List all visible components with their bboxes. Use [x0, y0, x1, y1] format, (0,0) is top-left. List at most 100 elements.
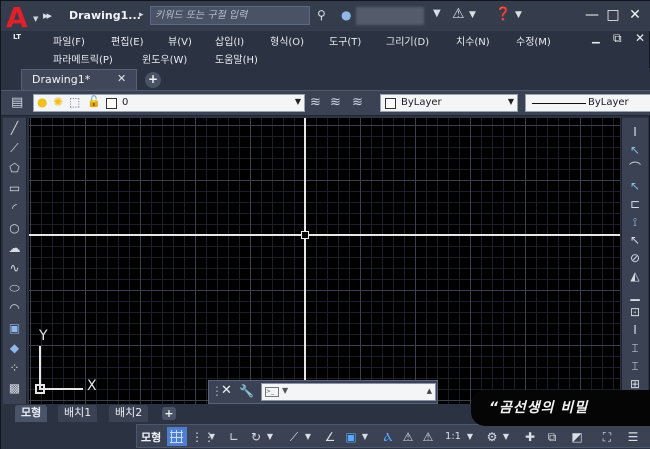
- menu-tools[interactable]: 도구(T): [329, 33, 361, 48]
- menu-parametric[interactable]: 파라메트릭(P): [53, 51, 113, 66]
- make-block-icon[interactable]: ◆: [3, 340, 26, 357]
- customization-menu-icon[interactable]: ☰: [623, 427, 643, 447]
- workspace-gear-icon[interactable]: ⚙: [483, 427, 501, 447]
- make-current-layer-icon[interactable]: ≋: [310, 95, 321, 110]
- chamfer-icon[interactable]: ⌶: [622, 358, 648, 375]
- polar-tracking-icon[interactable]: ↻: [247, 427, 265, 447]
- minimize-button[interactable]: —: [583, 6, 601, 24]
- annotation-scale-value[interactable]: 1:1: [440, 427, 466, 447]
- isodraft-icon[interactable]: ∠: [321, 427, 339, 447]
- chevron-down-icon[interactable]: ▼: [303, 427, 313, 447]
- ortho-mode-icon[interactable]: ∟: [225, 427, 243, 447]
- menu-draw[interactable]: 그리기(D): [386, 33, 429, 48]
- sign-in-field[interactable]: [356, 7, 424, 25]
- annotation-scale-icon[interactable]: ⚠: [419, 427, 437, 447]
- tab-layout2[interactable]: 배치2: [109, 405, 149, 422]
- tab-layout1[interactable]: 배치1: [58, 405, 98, 422]
- offset-icon[interactable]: ↖: [622, 178, 648, 195]
- object-snap-icon[interactable]: ▣: [342, 427, 360, 447]
- line-icon[interactable]: ╱: [3, 120, 26, 137]
- match-layer-icon[interactable]: ≋: [352, 95, 363, 110]
- close-button[interactable]: ✕: [626, 6, 644, 24]
- revcloud-icon[interactable]: ☁: [3, 240, 26, 257]
- menu-edit[interactable]: 편집(E): [111, 33, 144, 48]
- menu-view[interactable]: 뷰(V): [168, 33, 192, 48]
- clean-screen-icon[interactable]: ⛶: [597, 427, 617, 447]
- rectangle-icon[interactable]: ▭: [3, 180, 26, 197]
- user-icon[interactable]: ●: [341, 8, 351, 22]
- spline-icon[interactable]: ∿: [3, 260, 26, 277]
- auto-scale-icon[interactable]: ⚠: [399, 427, 417, 447]
- copy-icon[interactable]: ↖: [622, 142, 648, 159]
- ellipse-arc-icon[interactable]: ◠: [3, 300, 26, 317]
- search-box[interactable]: [150, 6, 310, 25]
- hatch-icon[interactable]: ▩: [3, 380, 26, 397]
- polyline-icon[interactable]: ⟋: [3, 140, 26, 157]
- scale-icon[interactable]: ⊘: [622, 250, 648, 267]
- menu-format[interactable]: 형식(O): [270, 33, 304, 48]
- new-tab-button[interactable]: +: [145, 72, 161, 88]
- stretch-icon[interactable]: ◭: [622, 268, 648, 285]
- chevron-down-icon[interactable]: ▼: [469, 10, 476, 20]
- application-menu-button[interactable]: A LT ▼: [3, 3, 41, 43]
- layer-dropdown[interactable]: ● ✺ ⬚ 🔓 0 ▼: [33, 94, 305, 112]
- chevron-down-icon[interactable]: ▼: [207, 427, 217, 447]
- hardware-acceleration-icon[interactable]: ◩: [567, 427, 587, 447]
- menu-insert[interactable]: 삽입(I): [215, 33, 244, 48]
- model-space-button[interactable]: 모형: [141, 429, 161, 445]
- join-icon[interactable]: ⌶: [622, 340, 648, 357]
- menu-file[interactable]: 파일(F): [53, 33, 85, 48]
- drawing-canvas[interactable]: Y X: [29, 118, 620, 404]
- chevron-down-icon[interactable]: ▼: [433, 8, 441, 19]
- annotation-visibility-icon[interactable]: Ⲁ: [379, 427, 397, 447]
- close-icon[interactable]: ✕: [221, 383, 232, 398]
- grid-toggle-icon[interactable]: [167, 427, 187, 446]
- menu-dimension[interactable]: 치수(N): [456, 33, 490, 48]
- mirror-icon[interactable]: ⌒: [622, 160, 648, 177]
- maximize-button[interactable]: □: [604, 6, 622, 24]
- rotate-icon[interactable]: ↖: [622, 232, 648, 249]
- chevron-down-icon[interactable]: ▼: [501, 427, 511, 447]
- point-icon[interactable]: ⁘: [3, 360, 26, 377]
- chevron-up-icon[interactable]: ▲: [427, 387, 432, 395]
- search-input[interactable]: [151, 7, 309, 24]
- isolate-objects-icon[interactable]: ⧉: [543, 427, 561, 447]
- doc-minimize-button[interactable]: ▁: [592, 33, 600, 44]
- object-snap-tracking-icon[interactable]: ⟋: [285, 427, 303, 447]
- extend-icon[interactable]: ⊡: [622, 304, 648, 321]
- insert-block-icon[interactable]: ▣: [3, 320, 26, 337]
- doc-restore-button[interactable]: ⧉: [613, 31, 622, 46]
- menu-window[interactable]: 윈도우(W): [142, 51, 187, 66]
- doc-close-button[interactable]: ✕: [635, 31, 645, 45]
- chevron-down-icon[interactable]: ▼: [360, 427, 370, 447]
- snap-mode-icon[interactable]: ⋮⋮: [191, 427, 215, 447]
- polygon-icon[interactable]: ⬠: [3, 160, 26, 177]
- chevron-down-icon[interactable]: ▼: [515, 10, 522, 20]
- add-layout-button[interactable]: +: [162, 407, 176, 420]
- chevron-down-icon[interactable]: ▼: [265, 427, 275, 447]
- linetype-dropdown[interactable]: ByLayer: [525, 94, 650, 112]
- break-icon[interactable]: Ι: [622, 322, 648, 339]
- quick-access-expand-icon[interactable]: ▸▸: [43, 9, 52, 22]
- annotation-monitor-icon[interactable]: ✚: [521, 427, 539, 447]
- title-expand-icon[interactable]: ▸: [139, 10, 144, 20]
- arc-icon[interactable]: ◜: [3, 200, 26, 217]
- layer-properties-icon[interactable]: ▤: [11, 95, 23, 110]
- ellipse-icon[interactable]: ⬭: [3, 280, 26, 297]
- trim-icon[interactable]: ▁: [622, 286, 648, 303]
- menu-modify[interactable]: 수정(M): [516, 33, 551, 48]
- array-icon[interactable]: ⊏: [622, 196, 648, 213]
- exchange-apps-icon[interactable]: ⚠: [452, 6, 465, 22]
- move-icon[interactable]: ⟟: [622, 214, 648, 231]
- chevron-down-icon[interactable]: ▼: [465, 427, 475, 447]
- chevron-down-icon[interactable]: ▼: [282, 386, 288, 395]
- close-icon[interactable]: ✕: [117, 72, 126, 85]
- binoculars-icon[interactable]: ⚲: [317, 8, 326, 22]
- circle-icon[interactable]: ○: [3, 220, 26, 237]
- help-icon[interactable]: ❓: [495, 7, 511, 22]
- menu-help[interactable]: 도움말(H): [215, 51, 258, 66]
- customize-icon[interactable]: 🔧: [239, 384, 254, 398]
- color-dropdown[interactable]: ByLayer ▼: [380, 94, 518, 112]
- layer-previous-icon[interactable]: ≋: [330, 95, 341, 110]
- tab-model[interactable]: 모형: [15, 405, 48, 422]
